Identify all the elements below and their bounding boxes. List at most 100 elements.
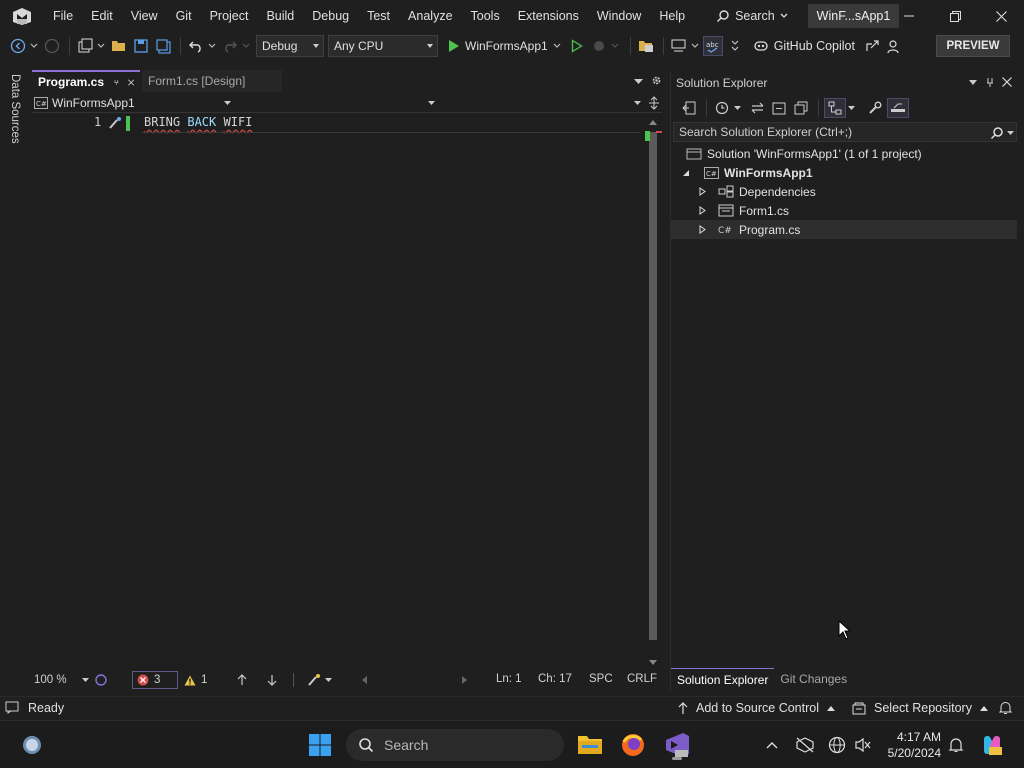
file-explorer-button[interactable] (577, 732, 603, 758)
collapsed-arrow-icon[interactable] (699, 225, 706, 234)
solution-search-input[interactable]: Search Solution Explorer (Ctrl+;) (673, 122, 1017, 142)
chevron-down-icon[interactable] (224, 101, 231, 106)
chevron-down-icon[interactable] (82, 678, 89, 683)
visual-studio-logo-icon[interactable] (0, 0, 44, 32)
system-clock[interactable]: 4:17 AM 5/20/2024 (888, 729, 941, 761)
github-copilot-button[interactable]: GitHub Copilot (753, 39, 855, 53)
menu-extensions[interactable]: Extensions (509, 0, 588, 32)
configuration-select[interactable]: Debug (256, 35, 324, 57)
menu-view[interactable]: View (122, 0, 167, 32)
output-window-icon[interactable] (5, 701, 19, 714)
line-indicator[interactable]: Ln: 1 (496, 673, 522, 685)
error-count-button[interactable]: 3 (132, 671, 178, 689)
pending-changes-filter-button[interactable] (712, 98, 732, 118)
tree-item-program[interactable]: C# Program.cs (671, 220, 1017, 239)
close-window-button[interactable] (978, 0, 1024, 32)
pin-icon[interactable] (985, 77, 995, 88)
tree-item-dependencies[interactable]: Dependencies (671, 182, 1017, 201)
vertical-scrollbar[interactable] (644, 114, 662, 670)
chevron-down-icon[interactable] (634, 101, 641, 106)
code-line-1[interactable]: BRING BACK WIFI (144, 115, 252, 129)
arrow-down-icon[interactable] (267, 674, 277, 686)
quick-action-brush-icon[interactable] (107, 116, 123, 130)
tab-form1-design[interactable]: Form1.cs [Design] (142, 70, 282, 92)
menu-build[interactable]: Build (257, 0, 303, 32)
firefox-button[interactable] (620, 732, 646, 758)
tab-solution-explorer[interactable]: Solution Explorer (671, 668, 775, 690)
platform-select[interactable]: Any CPU (328, 35, 438, 57)
close-icon[interactable] (1002, 77, 1012, 87)
chevron-down-icon[interactable] (691, 43, 699, 49)
notifications-bell-icon[interactable] (999, 701, 1012, 715)
new-project-button[interactable] (75, 36, 95, 56)
minimize-button[interactable] (886, 0, 932, 32)
chevron-down-icon[interactable] (611, 43, 619, 49)
whitespace-indicator[interactable]: SPC (589, 673, 613, 685)
column-indicator[interactable]: Ch: 17 (538, 673, 572, 685)
search-icon[interactable] (990, 126, 1004, 140)
start-debugging-button[interactable]: WinFormsApp1 (448, 39, 561, 53)
notification-bell-icon[interactable] (948, 737, 964, 753)
menu-window[interactable]: Window (588, 0, 650, 32)
data-sources-tab[interactable]: Data Sources (9, 74, 21, 144)
search-options-dropdown-icon[interactable] (1007, 131, 1014, 136)
restore-button[interactable] (932, 0, 978, 32)
scroll-up-icon[interactable] (649, 120, 657, 125)
chevron-up-icon[interactable] (766, 741, 778, 749)
menu-analyze[interactable]: Analyze (399, 0, 461, 32)
tree-item-solution[interactable]: Solution 'WinFormsApp1' (1 of 1 project) (671, 144, 1017, 163)
save-button[interactable] (131, 36, 151, 56)
switch-views-button[interactable] (679, 98, 699, 118)
code-cleanup-brush-icon[interactable] (307, 673, 321, 687)
line-ending-indicator[interactable]: CRLF (627, 673, 657, 685)
scope-filter-button[interactable] (824, 98, 846, 118)
feedback-button[interactable] (885, 36, 905, 56)
code-editor[interactable]: 1 BRING BACK WIFI (32, 114, 662, 670)
project-nav-dropdown[interactable]: C# WinFormsApp1 (34, 95, 234, 111)
menu-tools[interactable]: Tools (462, 0, 509, 32)
menu-git[interactable]: Git (167, 0, 201, 32)
arrow-up-icon[interactable] (237, 674, 247, 686)
scrollbar-thumb[interactable] (649, 132, 657, 640)
navigate-back-button[interactable] (8, 36, 28, 56)
tab-list-dropdown-icon[interactable] (634, 79, 643, 85)
save-all-button[interactable] (153, 36, 173, 56)
properties-button[interactable] (865, 98, 885, 118)
code-cleanup-icon[interactable] (94, 673, 108, 687)
chevron-down-icon[interactable] (428, 101, 435, 106)
navigate-forward-button[interactable] (42, 36, 62, 56)
tree-item-project[interactable]: C# WinFormsApp1 (671, 163, 1017, 182)
split-window-icon[interactable] (648, 96, 660, 110)
layout-button[interactable] (669, 36, 689, 56)
menu-debug[interactable]: Debug (303, 0, 358, 32)
gear-icon[interactable] (651, 75, 662, 86)
select-repository-button[interactable]: Select Repository (852, 698, 988, 718)
toolbar-overflow-button[interactable] (725, 36, 745, 56)
hot-reload-button[interactable] (589, 36, 609, 56)
add-to-source-control-button[interactable]: Add to Source Control (678, 698, 835, 718)
globe-icon[interactable] (828, 736, 846, 754)
visual-studio-taskbar-button[interactable] (663, 731, 691, 760)
open-file-button[interactable] (109, 36, 129, 56)
close-icon[interactable] (127, 78, 134, 87)
menu-help[interactable]: Help (650, 0, 694, 32)
chevron-down-icon[interactable] (734, 105, 741, 111)
chevron-down-icon[interactable] (97, 43, 105, 49)
expanded-arrow-icon[interactable] (682, 169, 690, 177)
collapsed-arrow-icon[interactable] (699, 206, 706, 215)
tree-item-form1[interactable]: Form1.cs (671, 201, 1017, 220)
volume-muted-icon[interactable] (854, 737, 872, 753)
scroll-left-icon[interactable] (362, 676, 367, 684)
preview-selected-items-button[interactable] (887, 98, 909, 118)
taskbar-search-box[interactable]: Search (346, 729, 564, 761)
chevron-down-icon[interactable] (325, 678, 332, 683)
undo-button[interactable] (186, 36, 206, 56)
chevron-down-icon[interactable] (208, 43, 216, 49)
tab-program-cs[interactable]: Program.cs (32, 70, 140, 92)
browse-button[interactable] (636, 36, 656, 56)
menu-test[interactable]: Test (358, 0, 399, 32)
global-search-button[interactable]: Search (708, 4, 796, 28)
redo-button[interactable] (220, 36, 240, 56)
start-without-debugging-button[interactable] (567, 36, 587, 56)
show-all-files-button[interactable] (791, 98, 811, 118)
